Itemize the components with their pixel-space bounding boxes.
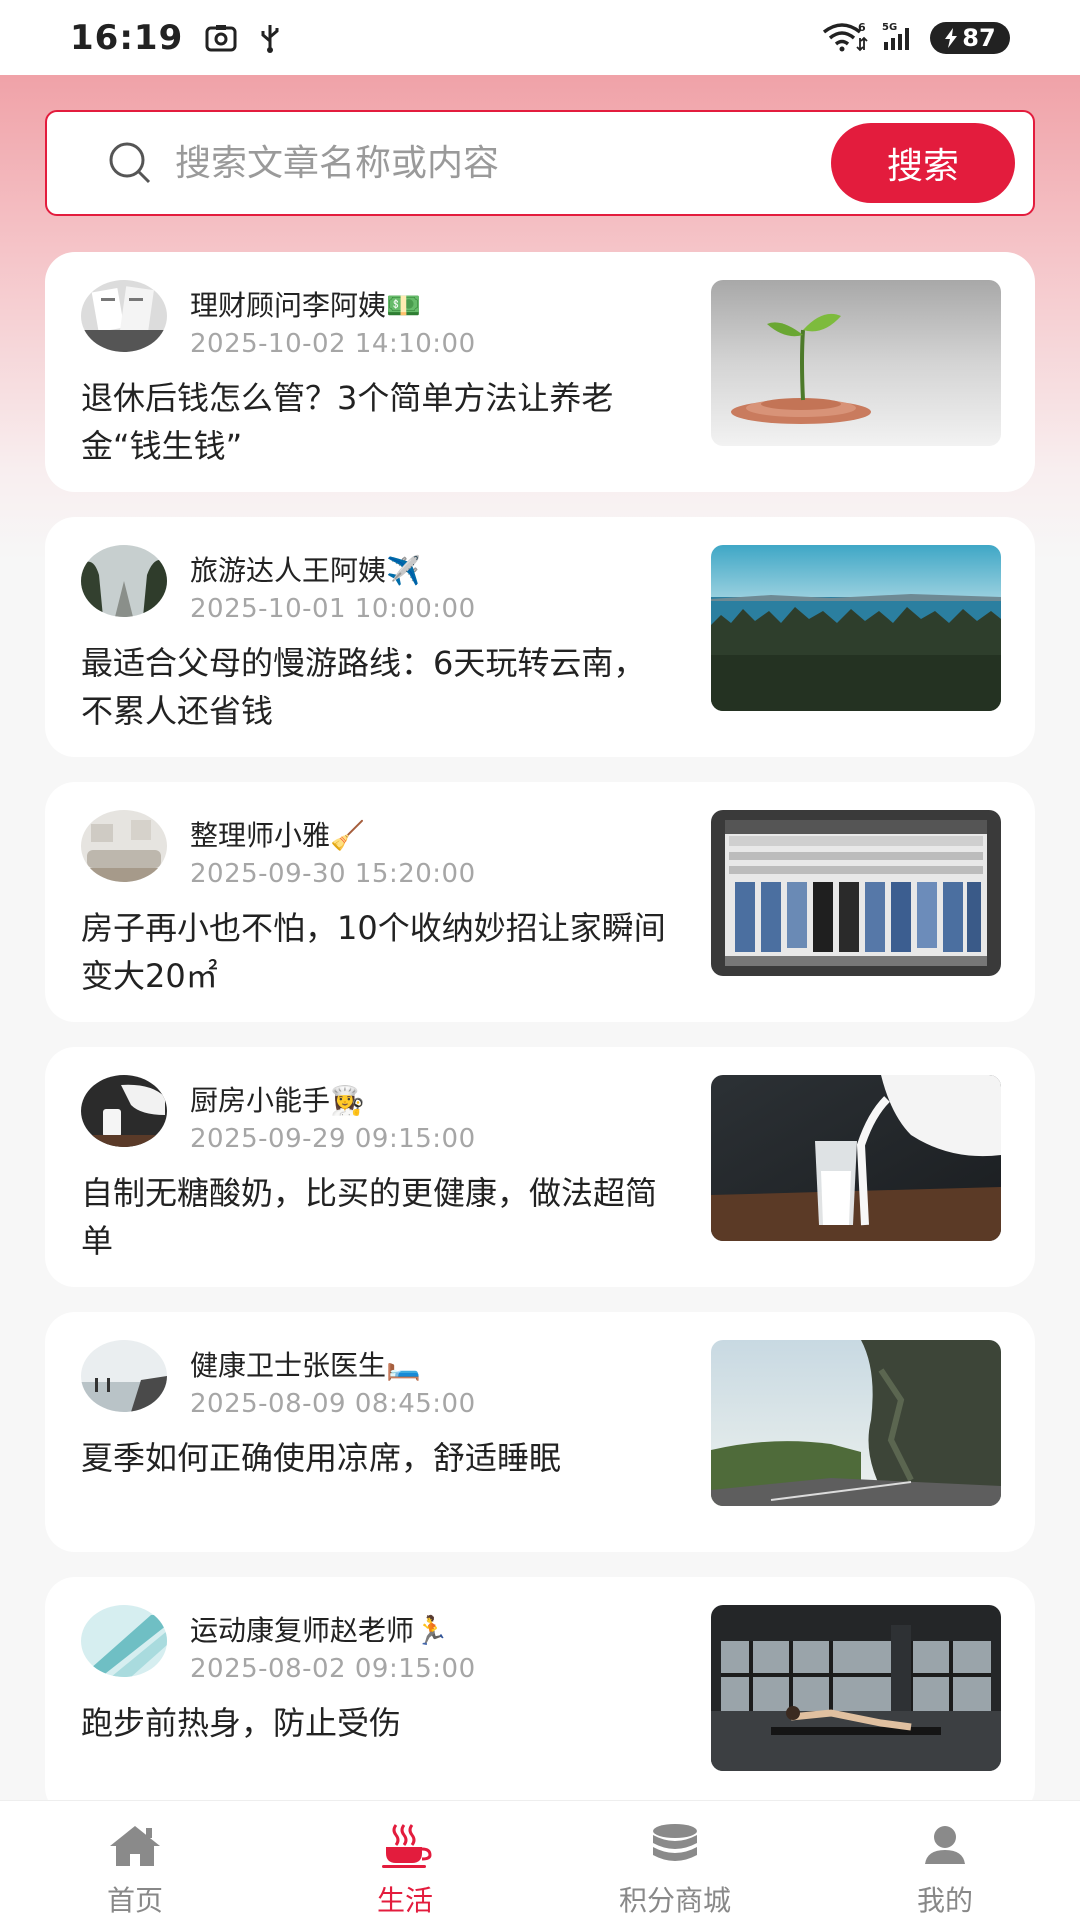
status-bar: 16:19 6 5G 87 xyxy=(0,0,1080,75)
article-card[interactable]: 健康卫士张医生🛏️ 2025-08-09 08:45:00 夏季如何正确使用凉席… xyxy=(45,1312,1035,1552)
article-title: 退休后钱怎么管？3个简单方法让养老金“钱生钱” xyxy=(81,379,614,465)
article-thumbnail xyxy=(711,1340,1001,1506)
article-thumbnail xyxy=(711,545,1001,711)
article-title: 房子再小也不怕，10个收纳妙招让家瞬间变大20㎡ xyxy=(81,909,666,995)
wifi-label: 6 xyxy=(858,21,866,34)
publish-date: 2025-08-02 09:15:00 xyxy=(190,1654,476,1684)
status-time: 16:19 xyxy=(70,17,184,58)
tab-life[interactable]: 生活 xyxy=(270,1801,540,1920)
coin-stack-icon xyxy=(647,1823,703,1869)
user-icon xyxy=(917,1823,973,1869)
article-card[interactable]: 整理师小雅🧹 2025-09-30 15:20:00 房子再小也不怕，10个收纳… xyxy=(45,782,1035,1022)
usb-icon xyxy=(259,23,281,53)
tab-points-mall[interactable]: 积分商城 xyxy=(540,1801,810,1920)
screenshot-icon xyxy=(205,24,237,52)
publish-date: 2025-09-29 09:15:00 xyxy=(190,1124,476,1154)
author-name: 健康卫士张医生🛏️ xyxy=(190,1349,421,1382)
tab-label: 积分商城 xyxy=(618,1884,731,1917)
publish-date: 2025-10-01 10:00:00 xyxy=(190,594,476,624)
article-title: 自制无糖酸奶，比买的更健康，做法超简单 xyxy=(81,1174,658,1260)
battery-indicator: 87 xyxy=(930,21,1010,54)
article-title: 跑步前热身，防止受伤 xyxy=(81,1704,402,1742)
article-title: 夏季如何正确使用凉席，舒适睡眠 xyxy=(81,1439,562,1477)
author-name: 整理师小雅🧹 xyxy=(190,819,365,852)
publish-date: 2025-08-09 08:45:00 xyxy=(190,1389,476,1419)
author-avatar xyxy=(81,1605,167,1677)
tab-home[interactable]: 首页 xyxy=(0,1801,270,1920)
publish-date: 2025-09-30 15:20:00 xyxy=(190,859,476,889)
article-thumbnail xyxy=(711,810,1001,976)
author-avatar xyxy=(81,280,167,352)
article-thumbnail xyxy=(711,280,1001,446)
article-title: 最适合父母的慢游路线：6天玩转云南，不累人还省钱 xyxy=(81,644,646,730)
coffee-cup-icon xyxy=(377,1823,433,1869)
signal-icon: 5G xyxy=(882,20,916,56)
battery-level: 87 xyxy=(962,23,996,52)
publish-date: 2025-10-02 14:10:00 xyxy=(190,329,476,359)
article-card[interactable]: 旅游达人王阿姨✈️ 2025-10-01 10:00:00 最适合父母的慢游路线… xyxy=(45,517,1035,757)
author-name: 厨房小能手👩‍🍳 xyxy=(190,1084,365,1117)
author-avatar xyxy=(81,1075,167,1147)
tab-label: 首页 xyxy=(106,1884,163,1917)
article-card[interactable]: 厨房小能手👩‍🍳 2025-09-29 09:15:00 自制无糖酸奶，比买的更… xyxy=(45,1047,1035,1287)
search-icon xyxy=(105,138,155,188)
tab-label: 我的 xyxy=(916,1884,973,1917)
article-list: 理财顾问李阿姨💵 2025-10-02 14:10:00 退休后钱怎么管？3个简… xyxy=(45,252,1035,1842)
article-card[interactable]: 运动康复师赵老师🏃 2025-08-02 09:15:00 跑步前热身，防止受伤 xyxy=(45,1577,1035,1817)
bottom-tab-bar: 首页 生活 积分商城 我的 xyxy=(0,1800,1080,1920)
charging-bolt-icon xyxy=(945,27,958,48)
screen: 16:19 6 5G 87 搜索文章名称或内容 搜索 理财顾问李阿姨💵 2025… xyxy=(0,0,1080,1920)
tab-label: 生活 xyxy=(376,1884,433,1917)
search-bar[interactable]: 搜索 xyxy=(45,110,1035,216)
search-input[interactable] xyxy=(175,142,815,184)
search-button[interactable]: 搜索 xyxy=(831,123,1015,203)
wifi-icon: 6 xyxy=(820,20,868,56)
article-thumbnail xyxy=(711,1605,1001,1771)
status-right: 6 5G 87 xyxy=(820,20,1010,56)
author-avatar xyxy=(81,810,167,882)
article-thumbnail xyxy=(711,1075,1001,1241)
author-name: 理财顾问李阿姨💵 xyxy=(190,289,421,322)
author-name: 旅游达人王阿姨✈️ xyxy=(190,554,421,587)
author-avatar xyxy=(81,545,167,617)
article-card[interactable]: 理财顾问李阿姨💵 2025-10-02 14:10:00 退休后钱怎么管？3个简… xyxy=(45,252,1035,492)
tab-mine[interactable]: 我的 xyxy=(810,1801,1080,1920)
signal-label: 5G xyxy=(882,22,897,33)
home-icon xyxy=(107,1823,163,1869)
author-avatar xyxy=(81,1340,167,1412)
author-name: 运动康复师赵老师🏃 xyxy=(190,1614,449,1647)
